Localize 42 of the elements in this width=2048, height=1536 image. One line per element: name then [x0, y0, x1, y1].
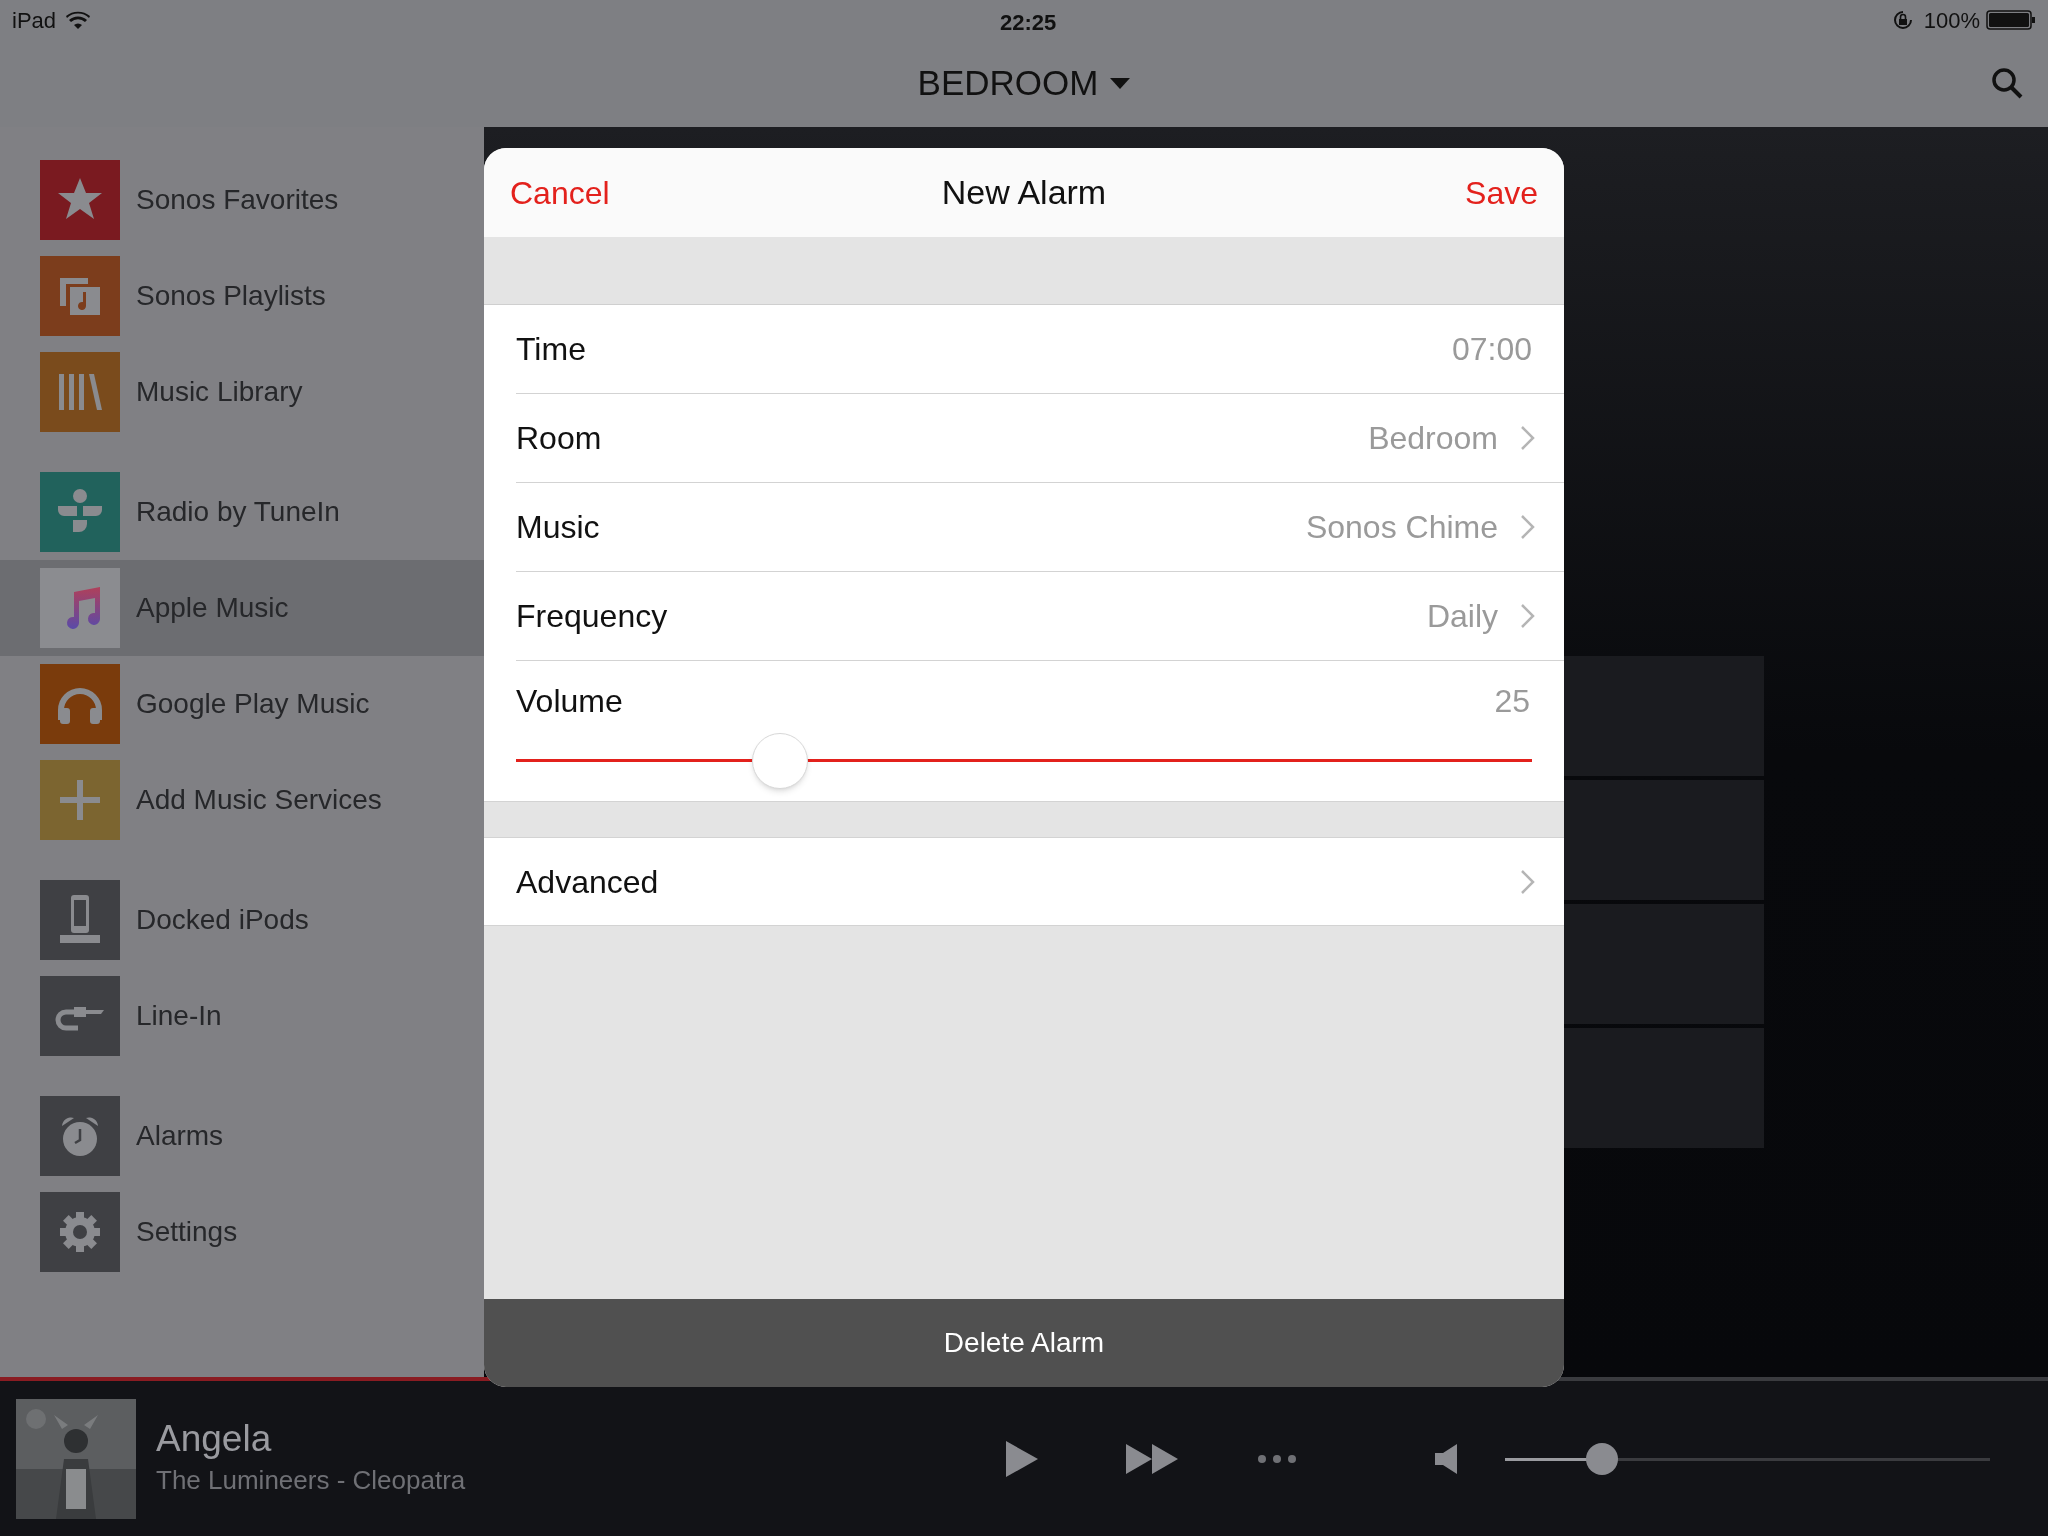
source-label: Google Play Music [136, 687, 370, 721]
source-label: Music Library [136, 375, 303, 409]
source-label: Apple Music [136, 591, 289, 625]
search-icon[interactable] [1990, 66, 2024, 100]
source-label: Sonos Playlists [136, 279, 326, 313]
room-selector[interactable]: BEDROOM [917, 57, 1131, 110]
status-time: 22:25 [1000, 9, 1056, 37]
advanced-row[interactable]: Advanced [484, 838, 1564, 926]
slider-thumb[interactable] [1586, 1442, 1618, 1475]
track-artist: The Lumineers - Cleopatra [156, 1464, 467, 1497]
source-label: Add Music Services [136, 783, 382, 817]
volume-slider[interactable] [516, 733, 1532, 789]
rotation-lock-icon [1891, 9, 1914, 31]
battery-icon [1986, 10, 2036, 30]
chevron-icon [1520, 514, 1536, 540]
cancel-button[interactable]: Cancel [510, 168, 610, 217]
chevron-icon [1520, 425, 1536, 451]
track-title: Angela [156, 1417, 273, 1461]
source-label: Docked iPods [136, 903, 309, 937]
chevron-icon [1520, 603, 1536, 629]
wifi-icon [66, 11, 91, 29]
volume-value: 25 [1494, 682, 1531, 721]
setting-row[interactable]: Frequency Daily [516, 572, 1532, 660]
source-label: Radio by TuneIn [136, 495, 340, 529]
caret-icon [1110, 77, 1131, 90]
setting-label: Volume [516, 682, 623, 721]
setting-row[interactable]: Music Sonos Chime [516, 483, 1532, 571]
volume-slider[interactable] [1505, 1442, 1990, 1475]
source-label: Sonos Favorites [136, 183, 339, 217]
dialog-title: New Alarm [941, 172, 1107, 213]
delete-alarm-button[interactable]: Delete Alarm [484, 1299, 1564, 1387]
source-label: Alarms [136, 1119, 224, 1153]
source-label: Line-In [136, 999, 222, 1033]
slider-thumb[interactable] [752, 733, 809, 789]
setting-row[interactable]: Room Bedroom [516, 394, 1532, 482]
time-row[interactable]: Time 07:00 [516, 305, 1532, 393]
battery-percent: 100% [1923, 6, 1980, 35]
chevron-icon [1520, 868, 1536, 895]
source-label: Settings [136, 1215, 238, 1249]
sidebar-item[interactable]: Apple Music [0, 560, 484, 656]
device-name: iPad [12, 6, 57, 35]
save-button[interactable]: Save [1465, 168, 1538, 217]
